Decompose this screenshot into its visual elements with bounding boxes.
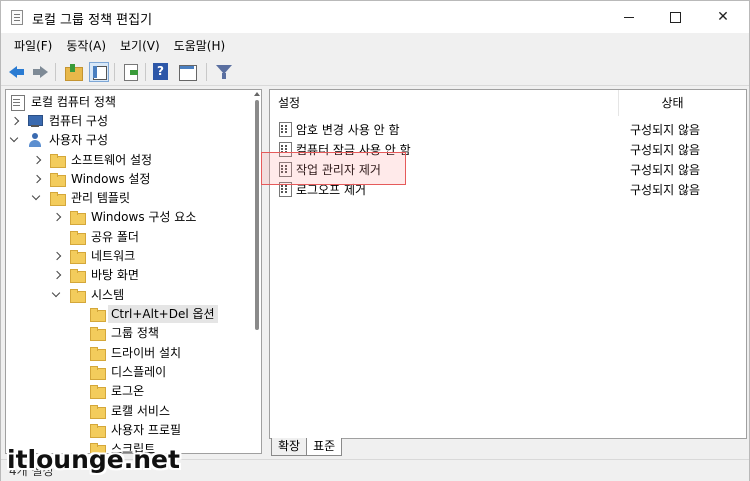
folder-icon bbox=[69, 248, 86, 264]
tree-item-software-settings[interactable]: 소프트웨어 설정 bbox=[31, 150, 155, 169]
folder-icon bbox=[49, 190, 66, 206]
folder-icon bbox=[49, 152, 66, 168]
window-title: 로컬 그룹 정책 편집기 bbox=[32, 13, 153, 28]
tree-item-admin-templates[interactable]: 관리 템플릿 bbox=[31, 188, 133, 207]
tree-item-network[interactable]: 네트워크 bbox=[51, 246, 138, 265]
tree-item-display[interactable]: 디스플레이 bbox=[89, 362, 169, 381]
tree-item-root[interactable]: 로컬 컴퓨터 정책 bbox=[9, 92, 119, 111]
folder-icon bbox=[89, 364, 106, 380]
setting-state: 구성되지 않음 bbox=[630, 142, 701, 157]
user-icon bbox=[27, 132, 43, 148]
tree-item-locale-services[interactable]: 로캘 서비스 bbox=[89, 401, 173, 420]
chevron-down-icon[interactable] bbox=[31, 193, 41, 203]
tree-item-shared-folders[interactable]: 공유 폴더 bbox=[69, 227, 142, 246]
menu-action[interactable]: 동작(A) bbox=[59, 35, 113, 57]
tab-extended[interactable]: 확장 bbox=[271, 438, 308, 456]
watermark: itlounge.net bbox=[7, 445, 180, 474]
column-header-state[interactable]: 상태 bbox=[618, 90, 726, 116]
chevron-right-icon[interactable] bbox=[51, 251, 61, 261]
tree-item-windows-components[interactable]: Windows 구성 요소 bbox=[51, 207, 199, 226]
minimize-button[interactable] bbox=[606, 1, 652, 33]
chevron-right-icon[interactable] bbox=[31, 155, 41, 165]
tree-item-windows-settings[interactable]: Windows 설정 bbox=[31, 169, 153, 188]
list-item[interactable]: 암호 변경 사용 안 함 구성되지 않음 bbox=[270, 119, 730, 139]
highlight-annotation-box bbox=[261, 152, 406, 185]
policy-setting-icon bbox=[278, 121, 292, 137]
show-hide-tree-icon[interactable] bbox=[89, 62, 109, 82]
chevron-down-icon[interactable] bbox=[9, 135, 19, 145]
menu-file[interactable]: 파일(F) bbox=[7, 35, 59, 57]
tree-item-desktop[interactable]: 바탕 화면 bbox=[51, 265, 142, 284]
export-list-icon[interactable] bbox=[121, 62, 141, 82]
folder-icon bbox=[89, 345, 106, 361]
toolbar-separator bbox=[206, 63, 207, 81]
toolbar-separator bbox=[114, 63, 115, 81]
setting-name: 암호 변경 사용 안 함 bbox=[296, 122, 400, 137]
setting-state: 구성되지 않음 bbox=[630, 122, 701, 137]
view-tabs: 확장 표준 bbox=[271, 438, 343, 456]
tree-item-user-profiles[interactable]: 사용자 프로필 bbox=[89, 420, 184, 439]
title-bar: 로컬 그룹 정책 편집기 ✕ bbox=[1, 1, 749, 33]
close-button[interactable]: ✕ bbox=[700, 1, 746, 33]
folder-icon bbox=[89, 306, 106, 322]
maximize-button[interactable] bbox=[652, 1, 698, 33]
scroll-up-arrow-icon[interactable] bbox=[254, 92, 260, 96]
tree-item-logon[interactable]: 로그온 bbox=[89, 381, 147, 400]
folder-icon bbox=[89, 403, 106, 419]
tree-scrollbar[interactable] bbox=[253, 90, 261, 453]
folder-icon bbox=[69, 229, 86, 245]
menu-view[interactable]: 보기(V) bbox=[113, 35, 167, 57]
policy-icon bbox=[9, 94, 25, 111]
toolbar-separator bbox=[145, 63, 146, 81]
chevron-right-icon[interactable] bbox=[51, 270, 61, 280]
menu-bar: 파일(F) 동작(A) 보기(V) 도움말(H) bbox=[1, 33, 749, 58]
help-icon[interactable] bbox=[151, 62, 171, 82]
filter-icon[interactable] bbox=[214, 62, 234, 82]
folder-icon bbox=[69, 209, 86, 225]
chevron-right-icon[interactable] bbox=[31, 174, 41, 184]
toolbar bbox=[1, 58, 749, 86]
folder-icon bbox=[69, 287, 86, 303]
back-arrow-icon[interactable] bbox=[7, 62, 27, 82]
chevron-right-icon[interactable] bbox=[9, 116, 19, 126]
toolbar-separator bbox=[55, 63, 56, 81]
tree-item-system[interactable]: 시스템 bbox=[51, 285, 127, 304]
folder-icon bbox=[89, 383, 106, 399]
computer-icon bbox=[27, 113, 43, 129]
group-policy-editor-window: 로컬 그룹 정책 편집기 ✕ 파일(F) 동작(A) 보기(V) 도움말(H) … bbox=[0, 0, 750, 481]
menu-help[interactable]: 도움말(H) bbox=[167, 35, 233, 57]
extended-view-icon[interactable] bbox=[177, 62, 197, 82]
tree-pane: 로컬 컴퓨터 정책 컴퓨터 구성 사용자 구성 소프트웨어 설정 Windows… bbox=[5, 89, 262, 454]
folder-icon bbox=[89, 422, 106, 438]
tab-standard[interactable]: 표준 bbox=[306, 438, 343, 456]
column-header-setting[interactable]: 설정 bbox=[270, 90, 618, 116]
tree-item-group-policy[interactable]: 그룹 정책 bbox=[89, 323, 162, 342]
chevron-right-icon[interactable] bbox=[51, 212, 61, 222]
folder-icon bbox=[89, 325, 106, 341]
up-one-level-icon[interactable] bbox=[63, 62, 83, 82]
settings-list-pane: 설정 상태 암호 변경 사용 안 함 구성되지 않음 컴퓨터 잠금 사용 안 함… bbox=[269, 89, 747, 439]
policy-app-icon bbox=[11, 10, 23, 25]
tree-item-ctrl-alt-del[interactable]: Ctrl+Alt+Del 옵션 bbox=[89, 304, 218, 323]
setting-state: 구성되지 않음 bbox=[630, 182, 701, 197]
folder-icon bbox=[69, 267, 86, 283]
tree-item-computer-config[interactable]: 컴퓨터 구성 bbox=[9, 111, 111, 130]
folder-icon bbox=[49, 171, 66, 187]
tree-item-user-config[interactable]: 사용자 구성 bbox=[9, 130, 111, 149]
scrollbar-thumb[interactable] bbox=[255, 100, 259, 330]
tree-item-driver-install[interactable]: 드라이버 설치 bbox=[89, 343, 184, 362]
setting-state: 구성되지 않음 bbox=[630, 162, 701, 177]
chevron-down-icon[interactable] bbox=[51, 290, 61, 300]
forward-arrow-icon[interactable] bbox=[30, 62, 50, 82]
